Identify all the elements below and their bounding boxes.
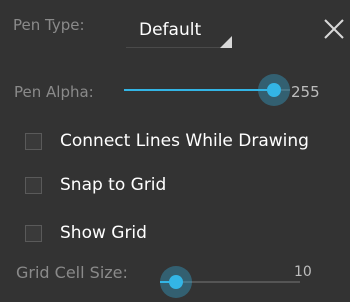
pen-alpha-value: 255 (291, 83, 320, 101)
snap-to-grid-label: Snap to Grid (60, 175, 167, 195)
snap-to-grid-checkbox-row[interactable]: Snap to Grid (14, 166, 334, 206)
close-icon (324, 19, 344, 39)
close-button[interactable] (322, 17, 346, 41)
spinner-arrow-icon (220, 36, 232, 48)
slider-track-fill (124, 89, 274, 91)
show-grid-checkbox[interactable] (25, 225, 42, 242)
spinner-underline (126, 47, 232, 48)
pen-type-spinner[interactable]: Default (126, 14, 232, 48)
connect-lines-label: Connect Lines While Drawing (60, 131, 309, 151)
slider-thumb[interactable] (258, 74, 290, 106)
connect-lines-checkbox[interactable] (25, 133, 42, 150)
grid-cell-size-slider[interactable] (160, 262, 300, 302)
connect-lines-checkbox-row[interactable]: Connect Lines While Drawing (14, 122, 334, 162)
grid-cell-size-label: Grid Cell Size: (16, 263, 128, 282)
show-grid-checkbox-row[interactable]: Show Grid (14, 214, 334, 254)
pen-alpha-slider[interactable] (124, 70, 290, 110)
snap-to-grid-checkbox[interactable] (25, 177, 42, 194)
pen-settings-dialog: Pen Type: Default Pen Alpha: 255 Connect… (0, 0, 350, 302)
grid-cell-size-value: 10 (294, 264, 312, 280)
pen-type-label: Pen Type: (13, 16, 85, 34)
show-grid-label: Show Grid (60, 223, 147, 243)
pen-type-value: Default (139, 20, 202, 40)
slider-thumb[interactable] (160, 266, 192, 298)
pen-alpha-label: Pen Alpha: (14, 83, 94, 101)
